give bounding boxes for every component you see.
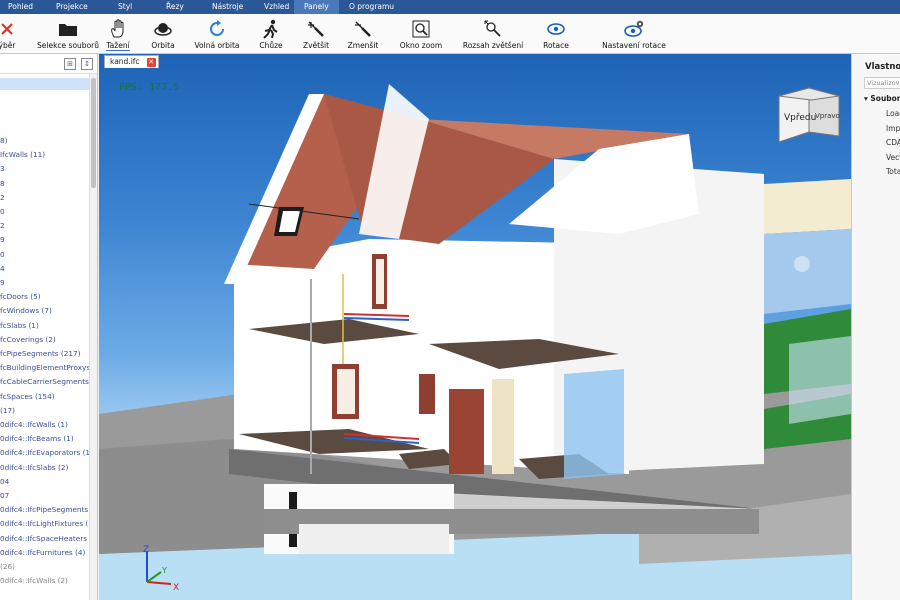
- orbit-tool-button[interactable]: Orbita: [148, 14, 178, 54]
- toolbar: ýběr Selekce souborů Tažení Orbita Volná…: [0, 14, 900, 54]
- tree-item[interactable]: 0difc4::IfcWalls (1): [0, 420, 68, 429]
- select-icon: [0, 17, 19, 41]
- tree-item[interactable]: 0difc4::IfcBeams (1): [0, 434, 74, 443]
- zoom-extents-icon: [481, 17, 505, 41]
- axis-y-label: Y: [161, 566, 167, 575]
- tree-item[interactable]: 0difc4::IfcEvaporators (1): [0, 448, 93, 457]
- tree-item[interactable]: fcBuildingElementProxys: [0, 363, 90, 372]
- folder-icon: [56, 17, 80, 41]
- rotate-icon: [544, 17, 568, 41]
- tree-item[interactable]: fcSlabs (1): [0, 321, 39, 330]
- tree-item[interactable]: 0: [0, 207, 5, 216]
- tree-item[interactable]: 04: [0, 477, 9, 486]
- view-cube-front-label[interactable]: Vpředu: [784, 113, 816, 123]
- tree-item[interactable]: 0difc4::IfcFurnitures (4): [0, 548, 85, 557]
- zoom-in-button[interactable]: Zvětšit: [302, 14, 330, 54]
- view-cube[interactable]: Vpředu Vpravo: [775, 84, 845, 146]
- menu-item-2[interactable]: Styl: [110, 0, 140, 14]
- fps-counter: FPS: 177.5: [119, 82, 180, 93]
- tree-item[interactable]: 0: [0, 250, 5, 259]
- pan-tool-button[interactable]: Tažení: [104, 14, 132, 54]
- properties-group-file[interactable]: ▾ Soubor: [864, 94, 900, 103]
- properties-title: Vlastnosti: [865, 62, 900, 72]
- tree-item[interactable]: 4: [0, 264, 5, 273]
- free-orbit-icon: [205, 17, 229, 41]
- rotate-settings-icon: [622, 17, 646, 41]
- tree-item[interactable]: fcCoverings (2): [0, 335, 56, 344]
- view-cube-right-label[interactable]: Vpravo: [815, 112, 840, 120]
- tree-item[interactable]: 07: [0, 491, 9, 500]
- axis-x-label: X: [173, 583, 179, 593]
- menu-bar: Pohled Projekce Styl Řezy Nástroje Vzhled Pane…: [0, 0, 900, 14]
- rotate-button[interactable]: Rotace: [542, 14, 570, 54]
- tree-item[interactable]: 9: [0, 235, 5, 244]
- walk-tool-button[interactable]: Chůze: [258, 14, 284, 54]
- tree-item[interactable]: 0difc4::IfcWalls (2): [0, 576, 68, 585]
- tree-item[interactable]: fcPipeSegments (217): [0, 349, 81, 358]
- tree-item[interactable]: (26): [0, 562, 15, 571]
- zoom-out-button[interactable]: Zmenšit: [348, 14, 378, 54]
- zoom-in-icon: [304, 17, 328, 41]
- zoom-window-icon: [409, 17, 433, 41]
- properties-panel: Vlastnosti Vizualizovat ▾ Soubor Load Imp…: [851, 54, 900, 600]
- property-row[interactable]: Vect: [886, 153, 900, 162]
- tree-item[interactable]: 0difc4::IfcLightFixtures (1): [0, 519, 96, 528]
- properties-filter-input[interactable]: Vizualizovat: [864, 77, 900, 89]
- tree-item[interactable]: fcSpaces (154): [0, 392, 55, 401]
- tree-scrollbar-thumb[interactable]: [91, 78, 96, 188]
- free-orbit-button[interactable]: Volná orbita: [194, 14, 240, 54]
- walk-icon: [259, 17, 283, 41]
- building-model-render[interactable]: [99, 54, 851, 600]
- tree-item[interactable]: 9: [0, 278, 5, 287]
- hand-icon: [106, 17, 130, 41]
- tree-item[interactable]: 8: [0, 179, 5, 188]
- tree-scrollbar[interactable]: [89, 74, 97, 600]
- model-tree-panel: ⊞ ↕ 8) IfcWalls (11) 3 8 2 0 2 9 0 4 9 fcDoors (5) f…: [0, 54, 98, 600]
- menu-item-0[interactable]: Pohled: [0, 0, 41, 14]
- zoom-extents-button[interactable]: Rozsah zvětšení: [462, 14, 524, 54]
- tree-item[interactable]: 8): [0, 136, 8, 145]
- menu-item-7[interactable]: O programu: [345, 0, 398, 14]
- 3d-viewport[interactable]: kand.ifc ✕ FPS: 177.5 Vpředu Vpravo Z X …: [99, 54, 851, 600]
- axis-z-label: Z: [143, 545, 149, 555]
- orbit-icon: [151, 17, 175, 41]
- tree-item[interactable]: 0difc4::IfcPipeSegments (: [0, 505, 93, 514]
- select-files-button[interactable]: Selekce souborů: [37, 14, 99, 54]
- select-tool-button[interactable]: ýběr: [0, 14, 18, 54]
- menu-item-1[interactable]: Projekce: [48, 0, 96, 14]
- document-tab[interactable]: kand.ifc ✕: [104, 55, 159, 68]
- tree-item[interactable]: fcDoors (5): [0, 292, 41, 301]
- expand-tree-button[interactable]: ⊞: [64, 58, 76, 70]
- model-tree-toolbar: ⊞ ↕: [0, 54, 97, 74]
- tree-item[interactable]: 3: [0, 164, 5, 173]
- axis-triad: Z X Y: [143, 545, 179, 593]
- menu-item-4[interactable]: Nástroje: [204, 0, 251, 14]
- zoom-window-button[interactable]: Okno zoom: [400, 14, 442, 54]
- tree-item[interactable]: 0difc4::IfcSpaceHeaters (: [0, 534, 92, 543]
- sort-tree-button[interactable]: ↕: [81, 58, 93, 70]
- close-tab-icon[interactable]: ✕: [146, 58, 156, 67]
- property-row[interactable]: Load: [886, 109, 900, 118]
- tree-item[interactable]: 2: [0, 193, 5, 202]
- tree-item[interactable]: IfcWalls (11): [0, 150, 45, 159]
- menu-item-6[interactable]: Panely: [294, 0, 339, 14]
- menu-item-3[interactable]: Řezy: [158, 0, 192, 14]
- tree-item[interactable]: (17): [0, 406, 15, 415]
- tree-item[interactable]: fcWindows (7): [0, 306, 52, 315]
- tree-item[interactable]: fcCableCarrierSegments: [0, 377, 89, 386]
- zoom-out-icon: [351, 17, 375, 41]
- tree-item[interactable]: 0difc4::IfcSlabs (2): [0, 463, 68, 472]
- menu-item-5[interactable]: Vzhled: [256, 0, 297, 14]
- property-row[interactable]: Impo: [886, 124, 900, 133]
- property-row[interactable]: Tota: [886, 167, 900, 176]
- tree-item[interactable]: 2: [0, 221, 5, 230]
- tree-selected-row[interactable]: [0, 78, 90, 90]
- rotate-settings-button[interactable]: Nastavení rotace: [602, 14, 666, 54]
- property-row[interactable]: CDA: [886, 138, 900, 147]
